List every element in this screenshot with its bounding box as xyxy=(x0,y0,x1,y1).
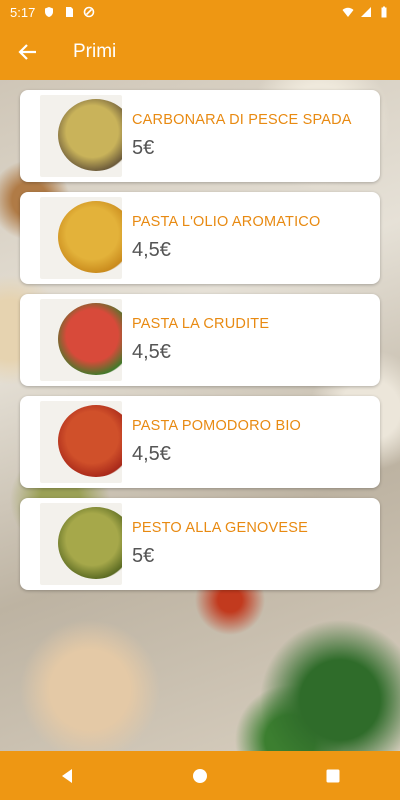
arrow-back-icon xyxy=(18,44,36,60)
back-button[interactable] xyxy=(0,24,56,80)
menu-item-card[interactable]: PASTA L'OLIO AROMATICO 4,5€ xyxy=(20,192,380,284)
dish-thumbnail xyxy=(40,401,122,483)
dish-price: 5€ xyxy=(132,545,155,567)
dish-thumbnail xyxy=(40,197,122,279)
signal-icon xyxy=(361,7,371,17)
menu-item-card[interactable]: PASTA LA CRUDITE 4,5€ xyxy=(20,294,380,386)
nav-back-button[interactable] xyxy=(37,756,97,796)
menu-item-card[interactable]: PASTA POMODORO BIO 4,5€ xyxy=(20,396,380,488)
nav-home-button[interactable] xyxy=(170,756,230,796)
dish-thumbnail xyxy=(40,503,122,585)
dish-price: 4,5€ xyxy=(132,443,171,465)
shield-icon xyxy=(45,7,54,17)
app-bar: Primi xyxy=(0,24,400,80)
square-recents-icon xyxy=(326,769,340,782)
navigation-bar xyxy=(0,751,400,800)
data-saver-icon xyxy=(84,6,95,18)
dish-price: 4,5€ xyxy=(132,341,171,363)
sim-card-icon xyxy=(66,7,74,17)
dish-name: PASTA L'OLIO AROMATICO xyxy=(132,214,321,230)
dish-price: 5€ xyxy=(132,137,155,159)
nav-recents-button[interactable] xyxy=(303,756,363,796)
dish-thumbnail xyxy=(40,299,122,381)
menu-item-card[interactable]: CARBONARA DI PESCE SPADA 5€ xyxy=(20,90,380,182)
menu-item-card[interactable]: PESTO ALLA GENOVESE 5€ xyxy=(20,498,380,590)
dish-name: PASTA LA CRUDITE xyxy=(132,316,270,332)
dish-name: PESTO ALLA GENOVESE xyxy=(132,520,309,536)
menu-list: CARBONARA DI PESCE SPADA 5€ PASTA L'OLIO A… xyxy=(20,90,380,600)
dish-name: CARBONARA DI PESCE SPADA xyxy=(132,112,352,128)
battery-icon xyxy=(381,6,387,18)
dish-thumbnail xyxy=(40,95,122,177)
triangle-back-icon xyxy=(61,768,72,783)
page-title: Primi xyxy=(73,41,117,62)
status-time: 5:17 xyxy=(10,4,36,20)
wifi-icon xyxy=(342,7,354,17)
dish-name: PASTA POMODORO BIO xyxy=(132,418,302,434)
circle-home-icon xyxy=(192,768,207,783)
dish-price: 4,5€ xyxy=(132,239,171,261)
status-bar: 5:17 xyxy=(0,0,400,24)
